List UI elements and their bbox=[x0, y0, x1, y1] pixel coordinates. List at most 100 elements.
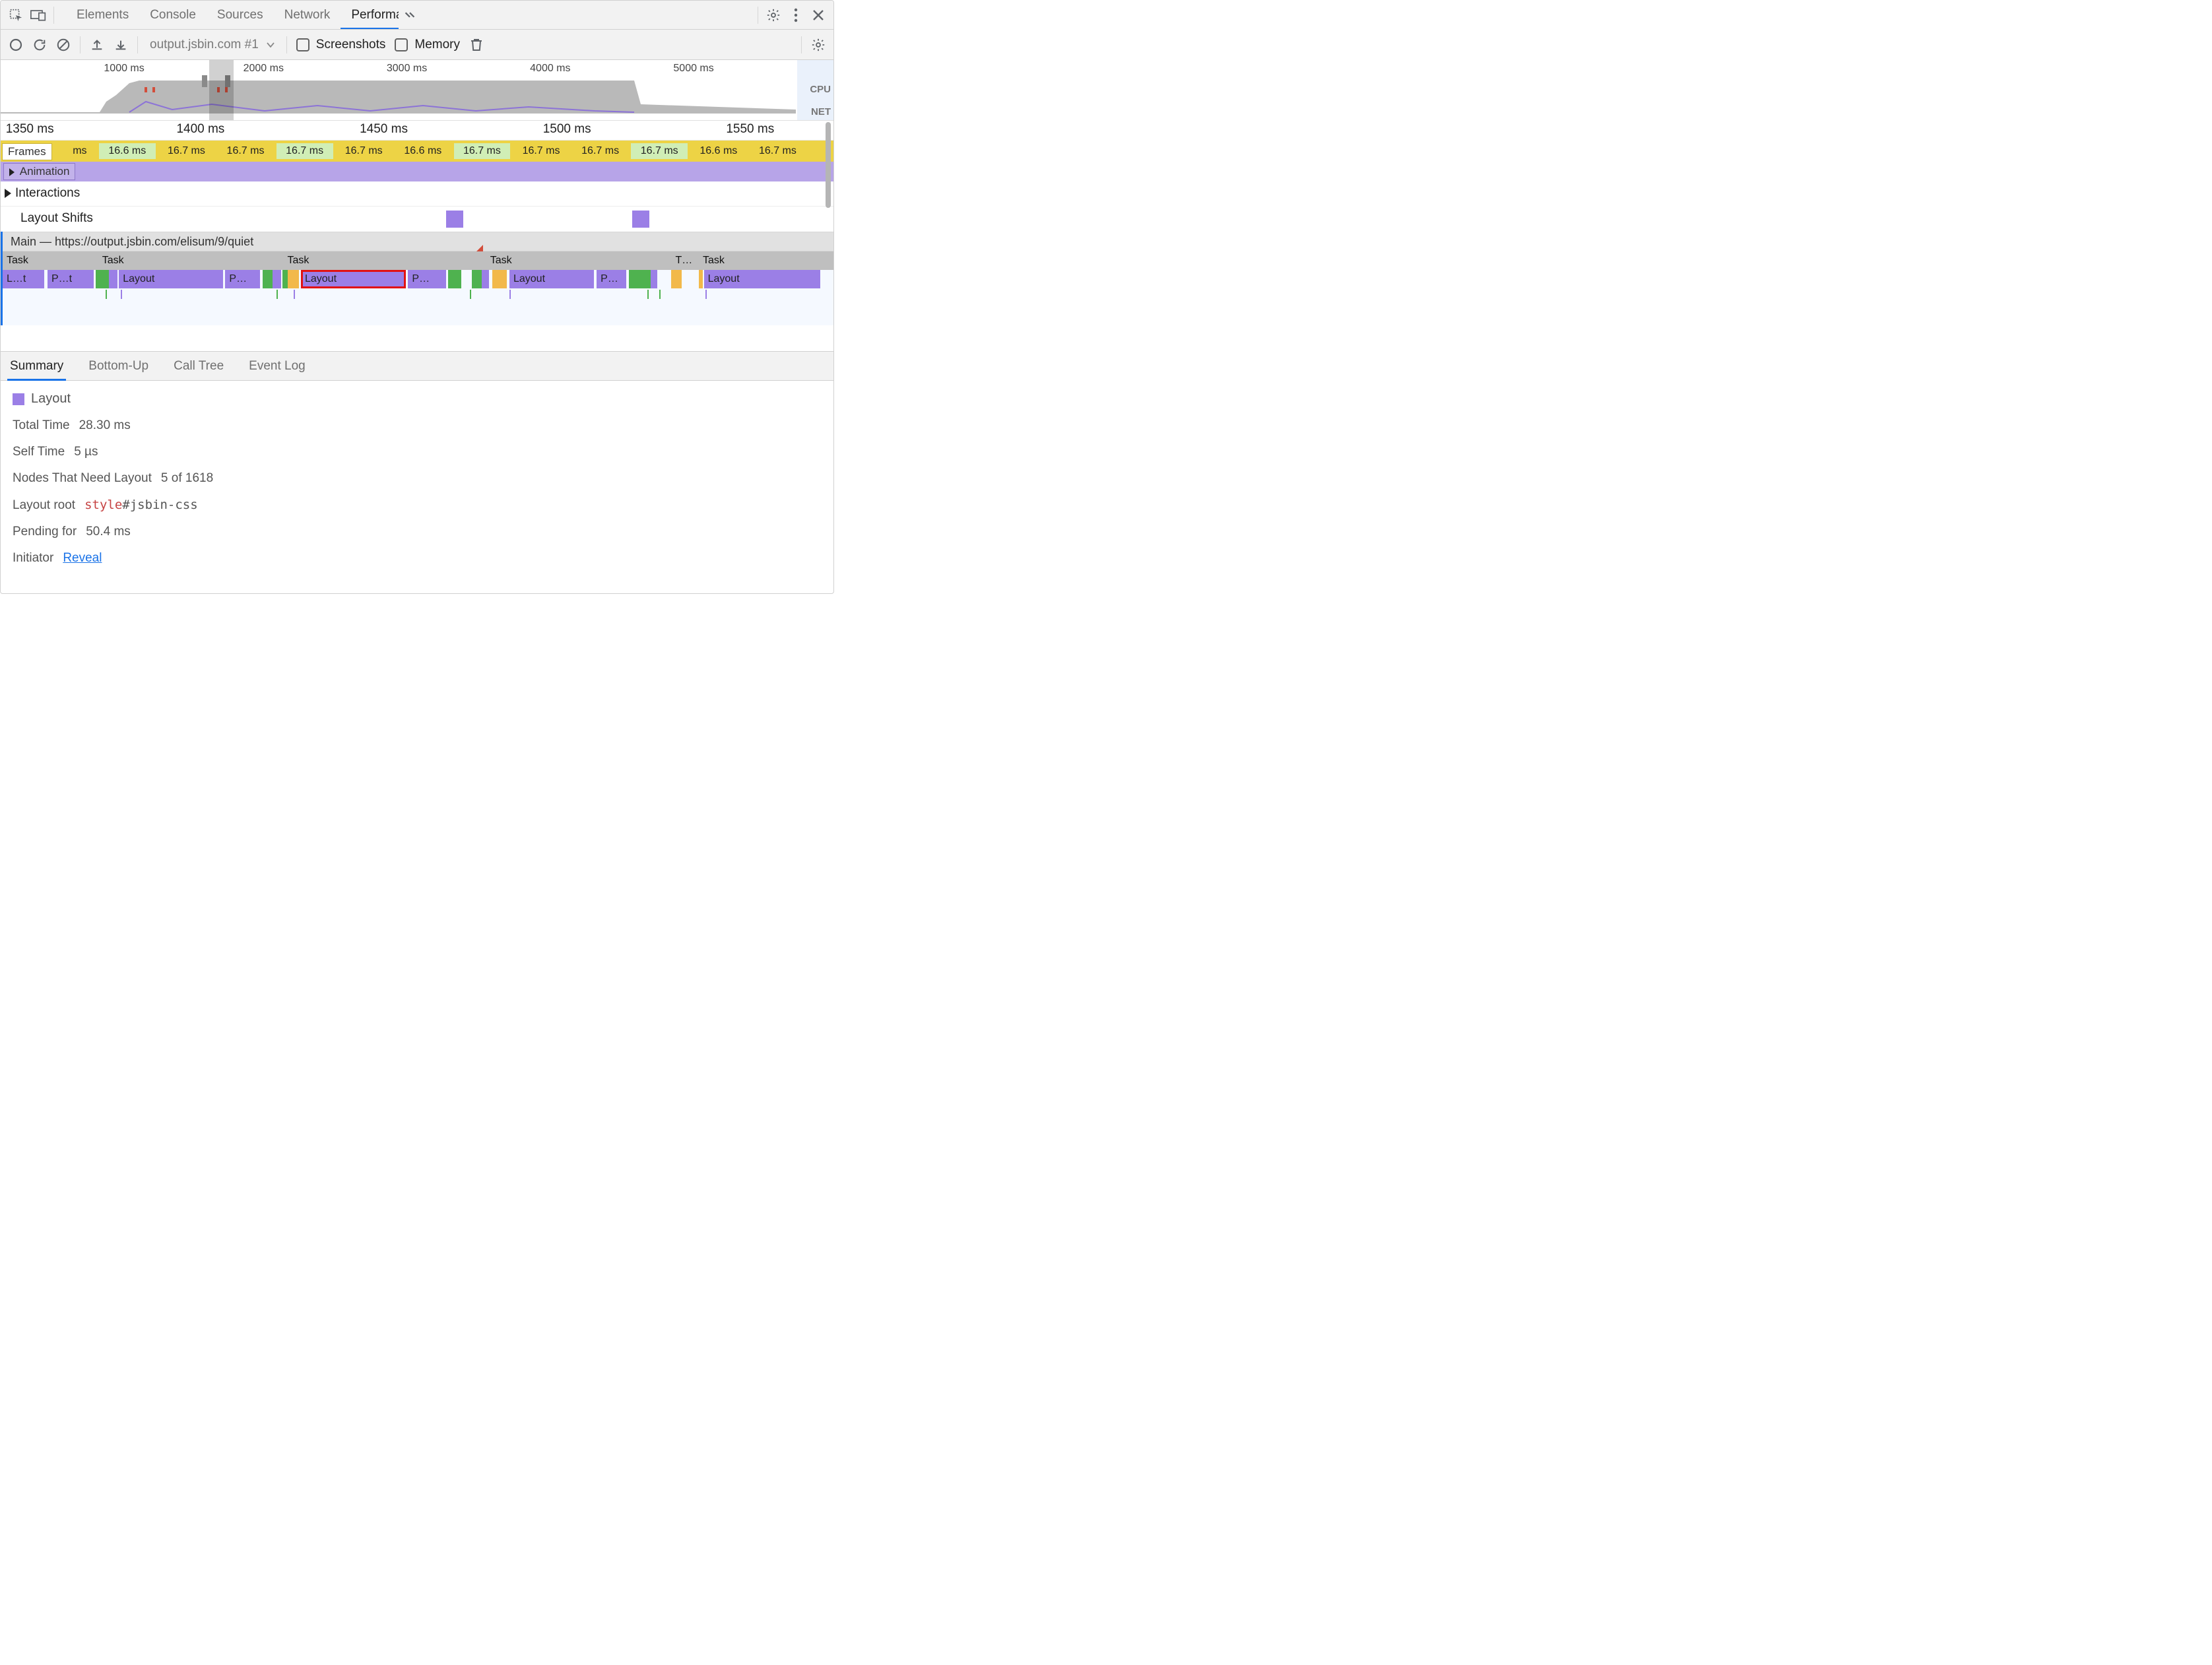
capture-settings-gear-icon[interactable] bbox=[807, 34, 830, 56]
layout-shift-event[interactable] bbox=[446, 211, 463, 228]
task-lane: TaskTaskTaskTaskT…Task bbox=[3, 251, 833, 270]
performance-toolbar: output.jsbin.com #1 Screenshots Memory bbox=[1, 30, 833, 60]
more-tabs-chevron-icon[interactable] bbox=[399, 4, 421, 26]
frame-chip[interactable]: 16.7 ms bbox=[572, 143, 629, 159]
activity-bar[interactable]: P… bbox=[408, 270, 446, 288]
timeline-overview[interactable]: 1000 ms2000 ms3000 ms4000 ms5000 ms CPU … bbox=[1, 60, 833, 121]
frame-chip[interactable]: 16.7 ms bbox=[158, 143, 215, 159]
task-bar[interactable]: Task bbox=[3, 251, 96, 270]
tab-sources[interactable]: Sources bbox=[207, 1, 274, 29]
frame-chip[interactable]: 16.7 ms bbox=[217, 143, 274, 159]
activity-bar[interactable] bbox=[448, 270, 461, 288]
activity-bar[interactable] bbox=[282, 270, 288, 288]
separator bbox=[53, 7, 54, 24]
activity-bar[interactable]: Layout bbox=[301, 270, 406, 288]
frame-chip[interactable]: 16.7 ms bbox=[454, 143, 511, 159]
task-bar[interactable]: Task bbox=[284, 251, 483, 270]
initiator-reveal-link[interactable]: Reveal bbox=[63, 551, 102, 566]
tab-elements[interactable]: Elements bbox=[66, 1, 139, 29]
row-nodes-need-layout: Nodes That Need Layout 5 of 1618 bbox=[13, 471, 822, 486]
event-color-swatch bbox=[13, 393, 24, 405]
task-bar[interactable]: Task bbox=[486, 251, 669, 270]
download-profile-icon[interactable] bbox=[110, 34, 132, 56]
reload-record-icon[interactable] bbox=[28, 34, 51, 56]
kebab-menu-icon[interactable] bbox=[785, 4, 807, 26]
overview-tick: 5000 ms bbox=[673, 63, 713, 75]
frame-chip[interactable]: 16.6 ms bbox=[395, 143, 451, 159]
activity-bar[interactable]: P… bbox=[225, 270, 260, 288]
row-self-time: Self Time 5 µs bbox=[13, 445, 822, 459]
detail-tab-call-tree[interactable]: Call Tree bbox=[171, 352, 226, 380]
ruler-tick: 1400 ms bbox=[176, 122, 224, 137]
task-bar[interactable]: Task bbox=[699, 251, 833, 270]
activity-bar[interactable] bbox=[288, 270, 300, 288]
tab-network[interactable]: Network bbox=[274, 1, 341, 29]
ruler-tick: 1450 ms bbox=[360, 122, 408, 137]
recording-selector-label: output.jsbin.com #1 bbox=[150, 38, 259, 52]
activity-bar[interactable] bbox=[642, 270, 651, 288]
delete-profile-icon[interactable] bbox=[465, 34, 488, 56]
activity-bar[interactable]: L…t bbox=[3, 270, 44, 288]
tab-performance[interactable]: Performance bbox=[341, 1, 399, 29]
summary-panel: Layout Total Time 28.30 ms Self Time 5 µ… bbox=[1, 381, 833, 593]
tab-console[interactable]: Console bbox=[139, 1, 207, 29]
detail-tab-event-log[interactable]: Event Log bbox=[246, 352, 308, 380]
detail-tab-bottom-up[interactable]: Bottom-Up bbox=[86, 352, 151, 380]
timeline-marker bbox=[659, 290, 661, 299]
frames-track-label: Frames bbox=[2, 143, 52, 160]
device-toolbar-icon[interactable] bbox=[27, 4, 49, 26]
frame-chip[interactable]: 16.7 ms bbox=[335, 143, 392, 159]
expand-icon[interactable] bbox=[5, 189, 11, 198]
activity-bar[interactable]: P… bbox=[597, 270, 626, 288]
activity-bar[interactable] bbox=[96, 270, 109, 288]
activity-bar[interactable] bbox=[472, 270, 482, 288]
upload-profile-icon[interactable] bbox=[86, 34, 108, 56]
screenshots-checkbox[interactable]: Screenshots bbox=[292, 38, 390, 52]
screenshots-label: Screenshots bbox=[316, 38, 386, 52]
memory-checkbox[interactable]: Memory bbox=[391, 38, 464, 52]
task-bar[interactable]: Task bbox=[98, 251, 281, 270]
memory-label: Memory bbox=[414, 38, 460, 52]
activity-bar[interactable] bbox=[109, 270, 117, 288]
detail-tab-summary[interactable]: Summary bbox=[7, 352, 66, 380]
settings-gear-icon[interactable] bbox=[762, 4, 785, 26]
activity-bar[interactable] bbox=[699, 270, 703, 288]
close-devtools-icon[interactable] bbox=[807, 4, 830, 26]
timeline-marker bbox=[705, 290, 707, 299]
overview-tick: 4000 ms bbox=[530, 63, 570, 75]
clear-icon[interactable] bbox=[52, 34, 75, 56]
activity-bar[interactable]: P…t bbox=[48, 270, 94, 288]
activity-bar[interactable] bbox=[651, 270, 657, 288]
activity-bar[interactable] bbox=[629, 270, 642, 288]
frame-chip[interactable]: ms bbox=[63, 143, 96, 159]
activity-bar[interactable] bbox=[492, 270, 507, 288]
frame-chip[interactable]: 16.6 ms bbox=[690, 143, 747, 159]
activity-bar[interactable]: Layout bbox=[509, 270, 594, 288]
timeline-marker bbox=[470, 290, 471, 299]
activity-bar[interactable] bbox=[482, 270, 488, 288]
recording-selector[interactable]: output.jsbin.com #1 bbox=[143, 30, 281, 59]
devtools-root: ElementsConsoleSourcesNetworkPerformance… bbox=[0, 0, 834, 594]
activity-bar[interactable]: Layout bbox=[119, 270, 222, 288]
inspect-element-icon[interactable] bbox=[5, 4, 27, 26]
timeline-marker bbox=[647, 290, 649, 299]
frame-chip[interactable]: 16.6 ms bbox=[99, 143, 156, 159]
record-icon[interactable] bbox=[5, 34, 27, 56]
activity-bar[interactable] bbox=[273, 270, 281, 288]
task-bar[interactable]: T… bbox=[671, 251, 696, 270]
timeline-marker bbox=[106, 290, 107, 299]
layout-shift-event[interactable] bbox=[632, 211, 649, 228]
frames-track: ms16.6 ms16.7 ms16.7 ms16.7 ms16.7 ms16.… bbox=[1, 141, 833, 162]
frame-chip[interactable]: 16.7 ms bbox=[513, 143, 569, 159]
layout-root-node[interactable]: style#jsbin-css bbox=[84, 498, 198, 512]
frame-chip[interactable]: 16.7 ms bbox=[750, 143, 806, 159]
frame-chip[interactable]: 16.7 ms bbox=[631, 143, 688, 159]
flame-chart[interactable]: 1350 ms1400 ms1450 ms1500 ms1550 ms ms16… bbox=[1, 121, 833, 352]
frame-chip[interactable]: 16.7 ms bbox=[276, 143, 333, 159]
activity-lane: L…tP…tLayoutP…LayoutP…LayoutP…Layout bbox=[3, 270, 833, 288]
activity-bar[interactable]: Layout bbox=[704, 270, 820, 288]
separator bbox=[286, 36, 287, 53]
flame-scrollbar[interactable] bbox=[826, 122, 831, 208]
activity-bar[interactable] bbox=[263, 270, 273, 288]
activity-bar[interactable] bbox=[671, 270, 681, 288]
